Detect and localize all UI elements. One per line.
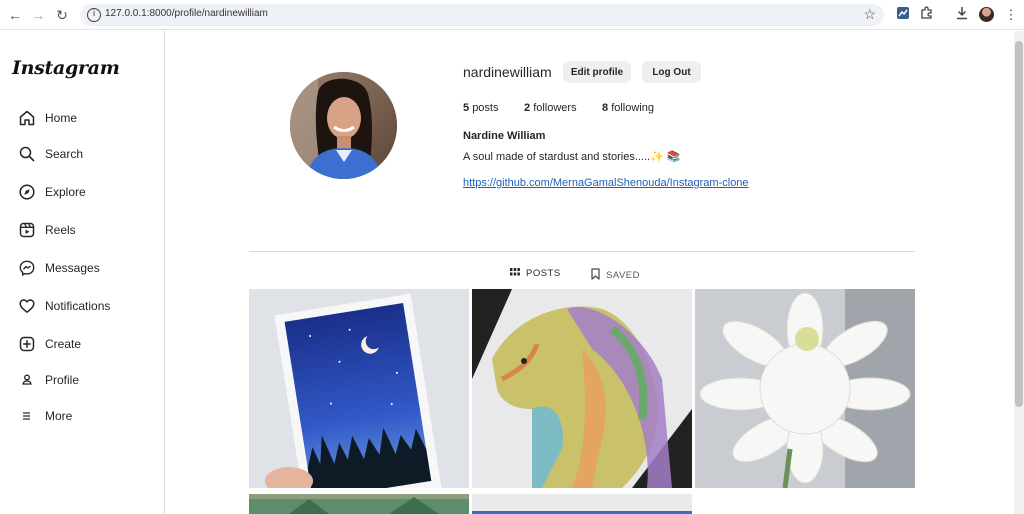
section-divider	[249, 251, 915, 252]
post-thumbnail[interactable]	[249, 494, 469, 514]
profile-username: nardinewilliam	[463, 64, 552, 80]
reels-icon	[18, 221, 36, 239]
followers-stat[interactable]: 2 followers	[524, 102, 577, 114]
sidebar-item-label: Create	[45, 337, 82, 351]
sidebar-item-more[interactable]: More	[18, 404, 72, 428]
sidebar-item-profile[interactable]: Profile	[18, 368, 79, 392]
extension-icon[interactable]	[894, 6, 912, 24]
profile-main: nardinewilliam Edit profile Log Out 5 po…	[165, 31, 1014, 514]
sidebar-item-messages[interactable]: Messages	[18, 256, 100, 280]
reload-icon[interactable]: ↻	[53, 6, 71, 24]
sidebar: Instagram Home Search Explore Reels Mess…	[0, 31, 165, 514]
tab-saved-label: SAVED	[606, 270, 641, 281]
forward-icon[interactable]: →	[29, 6, 47, 24]
logout-button[interactable]: Log Out	[642, 61, 701, 83]
followers-count: 2	[524, 102, 531, 114]
followers-label: followers	[533, 102, 577, 114]
following-stat[interactable]: 8 following	[602, 102, 654, 114]
sidebar-item-create[interactable]: Create	[18, 332, 81, 356]
post-thumbnail[interactable]	[472, 289, 692, 488]
profile-link[interactable]: https://github.com/MernaGamalShenouda/In…	[463, 177, 749, 189]
sidebar-item-label: Notifications	[45, 299, 111, 313]
sidebar-item-label: Explore	[45, 185, 86, 199]
home-icon	[18, 109, 36, 127]
sidebar-item-notifications[interactable]: Notifications	[18, 294, 110, 318]
address-bar[interactable]: i 127.0.0.1:8000/profile/nardinewilliam …	[80, 4, 884, 26]
sidebar-item-search[interactable]: Search	[18, 142, 83, 166]
tab-posts-label: POSTS	[526, 268, 561, 279]
sidebar-item-home[interactable]: Home	[18, 106, 77, 130]
post-thumbnail[interactable]	[695, 289, 915, 488]
puzzle-extensions-icon[interactable]	[918, 6, 936, 24]
messenger-icon	[18, 259, 36, 277]
posts-label: posts	[472, 102, 499, 114]
download-icon[interactable]	[953, 6, 971, 24]
menu-icon	[18, 407, 36, 425]
posts-count: 5	[463, 102, 470, 114]
sidebar-item-label: Search	[45, 147, 84, 161]
posts-stat[interactable]: 5 posts	[463, 102, 498, 114]
sidebar-item-label: Reels	[45, 223, 76, 237]
heart-icon	[18, 297, 36, 315]
search-icon	[18, 145, 36, 163]
tab-saved[interactable]: SAVED	[591, 268, 640, 283]
compass-icon	[18, 183, 36, 201]
page-scrollbar[interactable]	[1014, 31, 1024, 514]
following-count: 8	[602, 102, 609, 114]
post-thumbnail[interactable]	[472, 494, 692, 514]
sidebar-item-explore[interactable]: Explore	[18, 180, 86, 204]
person-icon	[18, 371, 36, 389]
scrollbar-thumb[interactable]	[1015, 41, 1023, 407]
sidebar-item-label: Home	[45, 111, 78, 125]
sidebar-item-label: Messages	[45, 261, 100, 275]
back-icon[interactable]: ←	[6, 6, 24, 24]
profile-avatar[interactable]	[290, 72, 397, 179]
sidebar-item-reels[interactable]: Reels	[18, 218, 76, 242]
following-label: following	[611, 102, 654, 114]
tab-posts[interactable]: POSTS	[510, 268, 561, 279]
post-thumbnail[interactable]	[249, 289, 469, 488]
site-info-icon[interactable]: i	[87, 8, 101, 22]
browser-toolbar: ← → ↻ i 127.0.0.1:8000/profile/nardinewi…	[0, 0, 1024, 30]
sidebar-item-label: More	[45, 409, 73, 423]
profile-full-name: Nardine William	[463, 130, 546, 142]
instagram-logo[interactable]: Instagram	[12, 57, 120, 79]
sidebar-item-label: Profile	[45, 373, 80, 387]
profile-bio: A soul made of stardust and stories.....…	[463, 151, 681, 163]
browser-profile-avatar[interactable]	[979, 7, 994, 22]
plus-square-icon	[18, 335, 36, 353]
address-url[interactable]: 127.0.0.1:8000/profile/nardinewilliam	[105, 8, 268, 19]
bookmark-icon	[591, 268, 600, 283]
edit-profile-button[interactable]: Edit profile	[563, 61, 631, 83]
grid-icon	[510, 268, 520, 279]
bookmark-star-icon[interactable]: ☆	[863, 6, 876, 23]
browser-menu-icon[interactable]: ⋮	[1002, 6, 1020, 24]
